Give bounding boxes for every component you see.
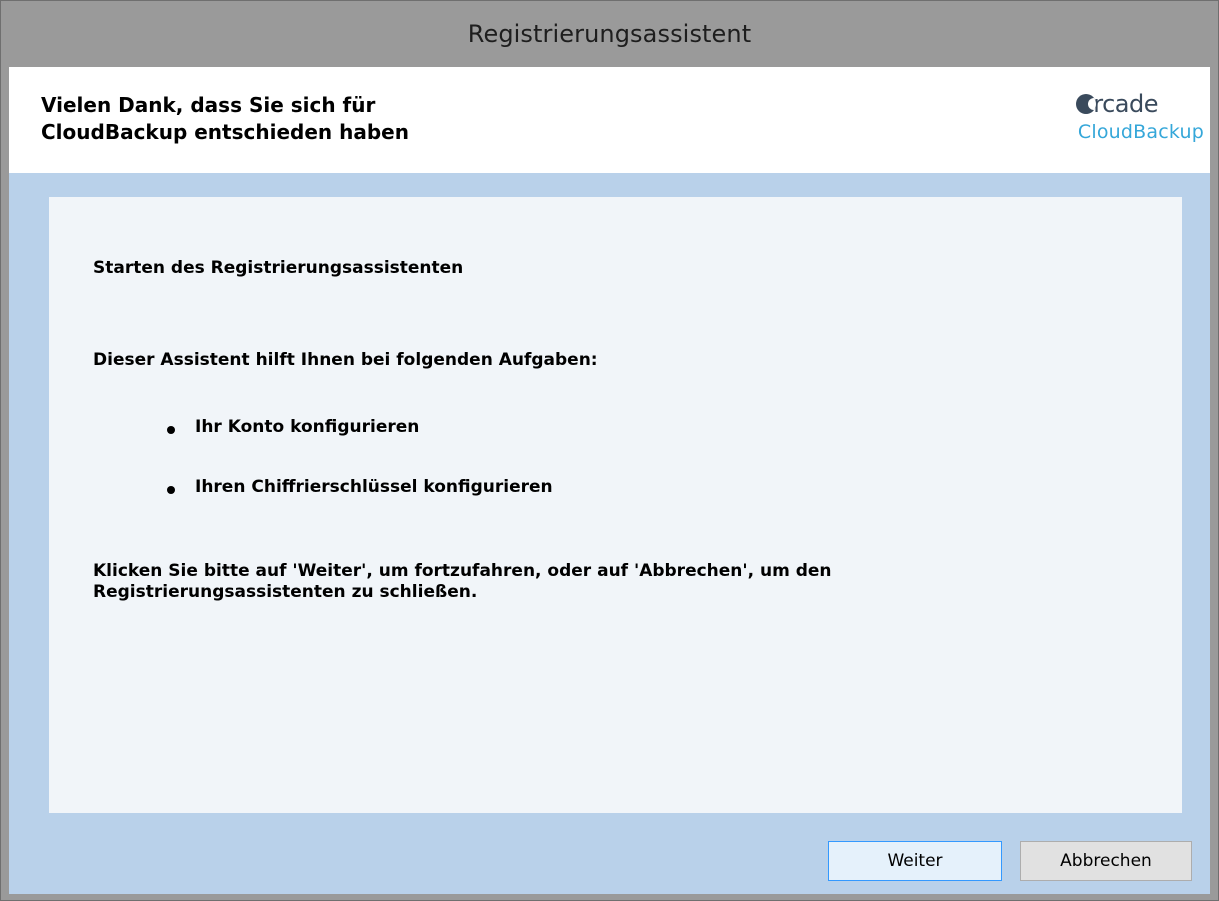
list-item-label: Ihren Chiffrierschlüssel konfigurieren bbox=[195, 477, 553, 497]
bullet-icon bbox=[167, 486, 175, 494]
closing-line2: Registrierungsassistenten zu schließen. bbox=[93, 582, 478, 602]
wizard-client-area: Vielen Dank, dass Sie sich für CloudBack… bbox=[9, 67, 1210, 894]
content-intro: Dieser Assistent hilft Ihnen bei folgend… bbox=[93, 350, 598, 370]
registration-wizard-window: Registrierungsassistent Vielen Dank, das… bbox=[0, 0, 1219, 901]
logo-product-name: CloudBackup bbox=[1077, 121, 1204, 143]
window-title: Registrierungsassistent bbox=[467, 20, 752, 48]
logo-word: rcade bbox=[1093, 90, 1158, 118]
bullet-icon bbox=[167, 426, 175, 434]
closing-line1: Klicken Sie bitte auf 'Weiter', um fortz… bbox=[93, 561, 832, 581]
logo-wordmark: rcade bbox=[1076, 89, 1158, 119]
list-item: Ihr Konto konfigurieren bbox=[167, 417, 419, 437]
header-title-line2: CloudBackup entschieden haben bbox=[41, 120, 409, 144]
next-button[interactable]: Weiter bbox=[828, 841, 1002, 881]
cancel-button[interactable]: Abbrechen bbox=[1020, 841, 1192, 881]
content-closing-text: Klicken Sie bitte auf 'Weiter', um fortz… bbox=[93, 561, 1093, 603]
header-title-line1: Vielen Dank, dass Sie sich für bbox=[41, 93, 376, 117]
window-titlebar[interactable]: Registrierungsassistent bbox=[1, 1, 1218, 67]
arcade-cloudbackup-logo: rcade CloudBackup bbox=[1024, 89, 1204, 153]
list-item: Ihren Chiffrierschlüssel konfigurieren bbox=[167, 477, 553, 497]
header-title: Vielen Dank, dass Sie sich für CloudBack… bbox=[41, 92, 741, 146]
list-item-label: Ihr Konto konfigurieren bbox=[195, 417, 420, 437]
wizard-content-panel: Starten des Registrierungsassistenten Di… bbox=[49, 197, 1182, 813]
wizard-header: Vielen Dank, dass Sie sich für CloudBack… bbox=[9, 67, 1210, 173]
content-heading: Starten des Registrierungsassistenten bbox=[93, 258, 464, 278]
